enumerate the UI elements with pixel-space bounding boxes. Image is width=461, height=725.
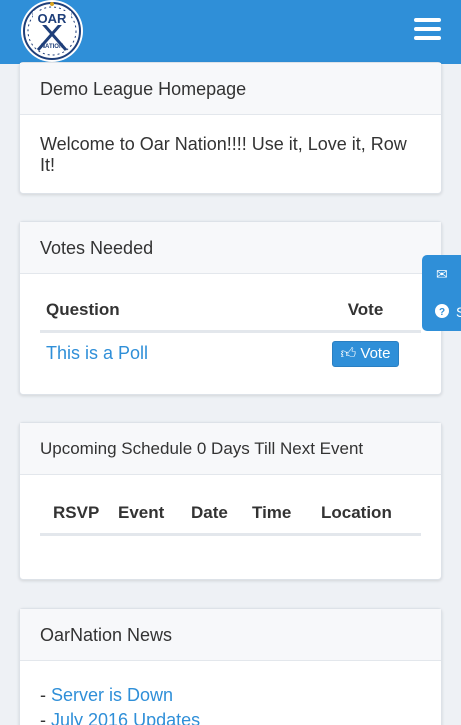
oar-nation-logo[interactable]: OAR NATION <box>18 0 86 64</box>
votes-panel: Votes Needed Question Vote This is a Pol… <box>19 221 442 395</box>
question-circle-icon[interactable]: ? <box>435 304 449 321</box>
schedule-column-location: Location <box>321 503 392 522</box>
votes-table: Question Vote This is a Poll 👍︎ Vote <box>40 294 421 375</box>
side-contact-tab[interactable]: ✉ ? S <box>422 255 461 331</box>
welcome-message: Welcome to Oar Nation!!!! Use it, Love i… <box>40 134 407 175</box>
list-item: - Server is Down <box>40 683 421 708</box>
vote-button-label: Vote <box>360 345 391 362</box>
hamburger-icon[interactable] <box>414 18 441 40</box>
schedule-panel-title: Upcoming Schedule 0 Days Till Next Event <box>20 423 441 475</box>
schedule-column-time: Time <box>252 503 292 522</box>
envelope-icon[interactable]: ✉ <box>436 266 448 283</box>
schedule-table: RSVP Event Date Time Location <box>40 497 421 536</box>
side-tab-partial-label: S <box>456 304 461 320</box>
table-row: This is a Poll 👍︎ Vote <box>40 332 421 376</box>
list-item: - July 2016 Updates <box>40 708 421 725</box>
votes-table-header: Question Vote <box>40 294 421 332</box>
poll-link[interactable]: This is a Poll <box>46 343 148 363</box>
vote-button[interactable]: 👍︎ Vote <box>331 341 400 367</box>
news-panel: OarNation News - Server is Down - July 2… <box>19 608 442 725</box>
votes-panel-title: Votes Needed <box>20 222 441 274</box>
news-link-july-updates[interactable]: July 2016 Updates <box>51 710 200 725</box>
votes-column-question: Question <box>46 300 120 319</box>
news-panel-title: OarNation News <box>20 609 441 661</box>
schedule-column-rsvp: RSVP <box>53 503 100 522</box>
svg-text:?: ? <box>439 307 445 318</box>
homepage-panel: Demo League Homepage Welcome to Oar Nati… <box>19 62 442 194</box>
logo-text: OAR <box>38 11 68 26</box>
top-navbar: OAR NATION <box>0 0 461 64</box>
schedule-panel: Upcoming Schedule 0 Days Till Next Event… <box>19 422 442 580</box>
schedule-column-date: Date <box>191 503 228 522</box>
votes-column-vote: Vote <box>347 300 384 319</box>
schedule-table-header: RSVP Event Date Time Location <box>40 497 421 535</box>
news-link-server-down[interactable]: Server is Down <box>51 685 173 705</box>
thumbs-up-icon: 👍︎ <box>340 345 357 362</box>
news-bullet: - <box>40 710 46 725</box>
logo-subtext: NATION <box>41 44 64 50</box>
homepage-panel-title: Demo League Homepage <box>20 63 441 115</box>
news-bullet: - <box>40 685 46 705</box>
schedule-column-event: Event <box>118 503 165 522</box>
